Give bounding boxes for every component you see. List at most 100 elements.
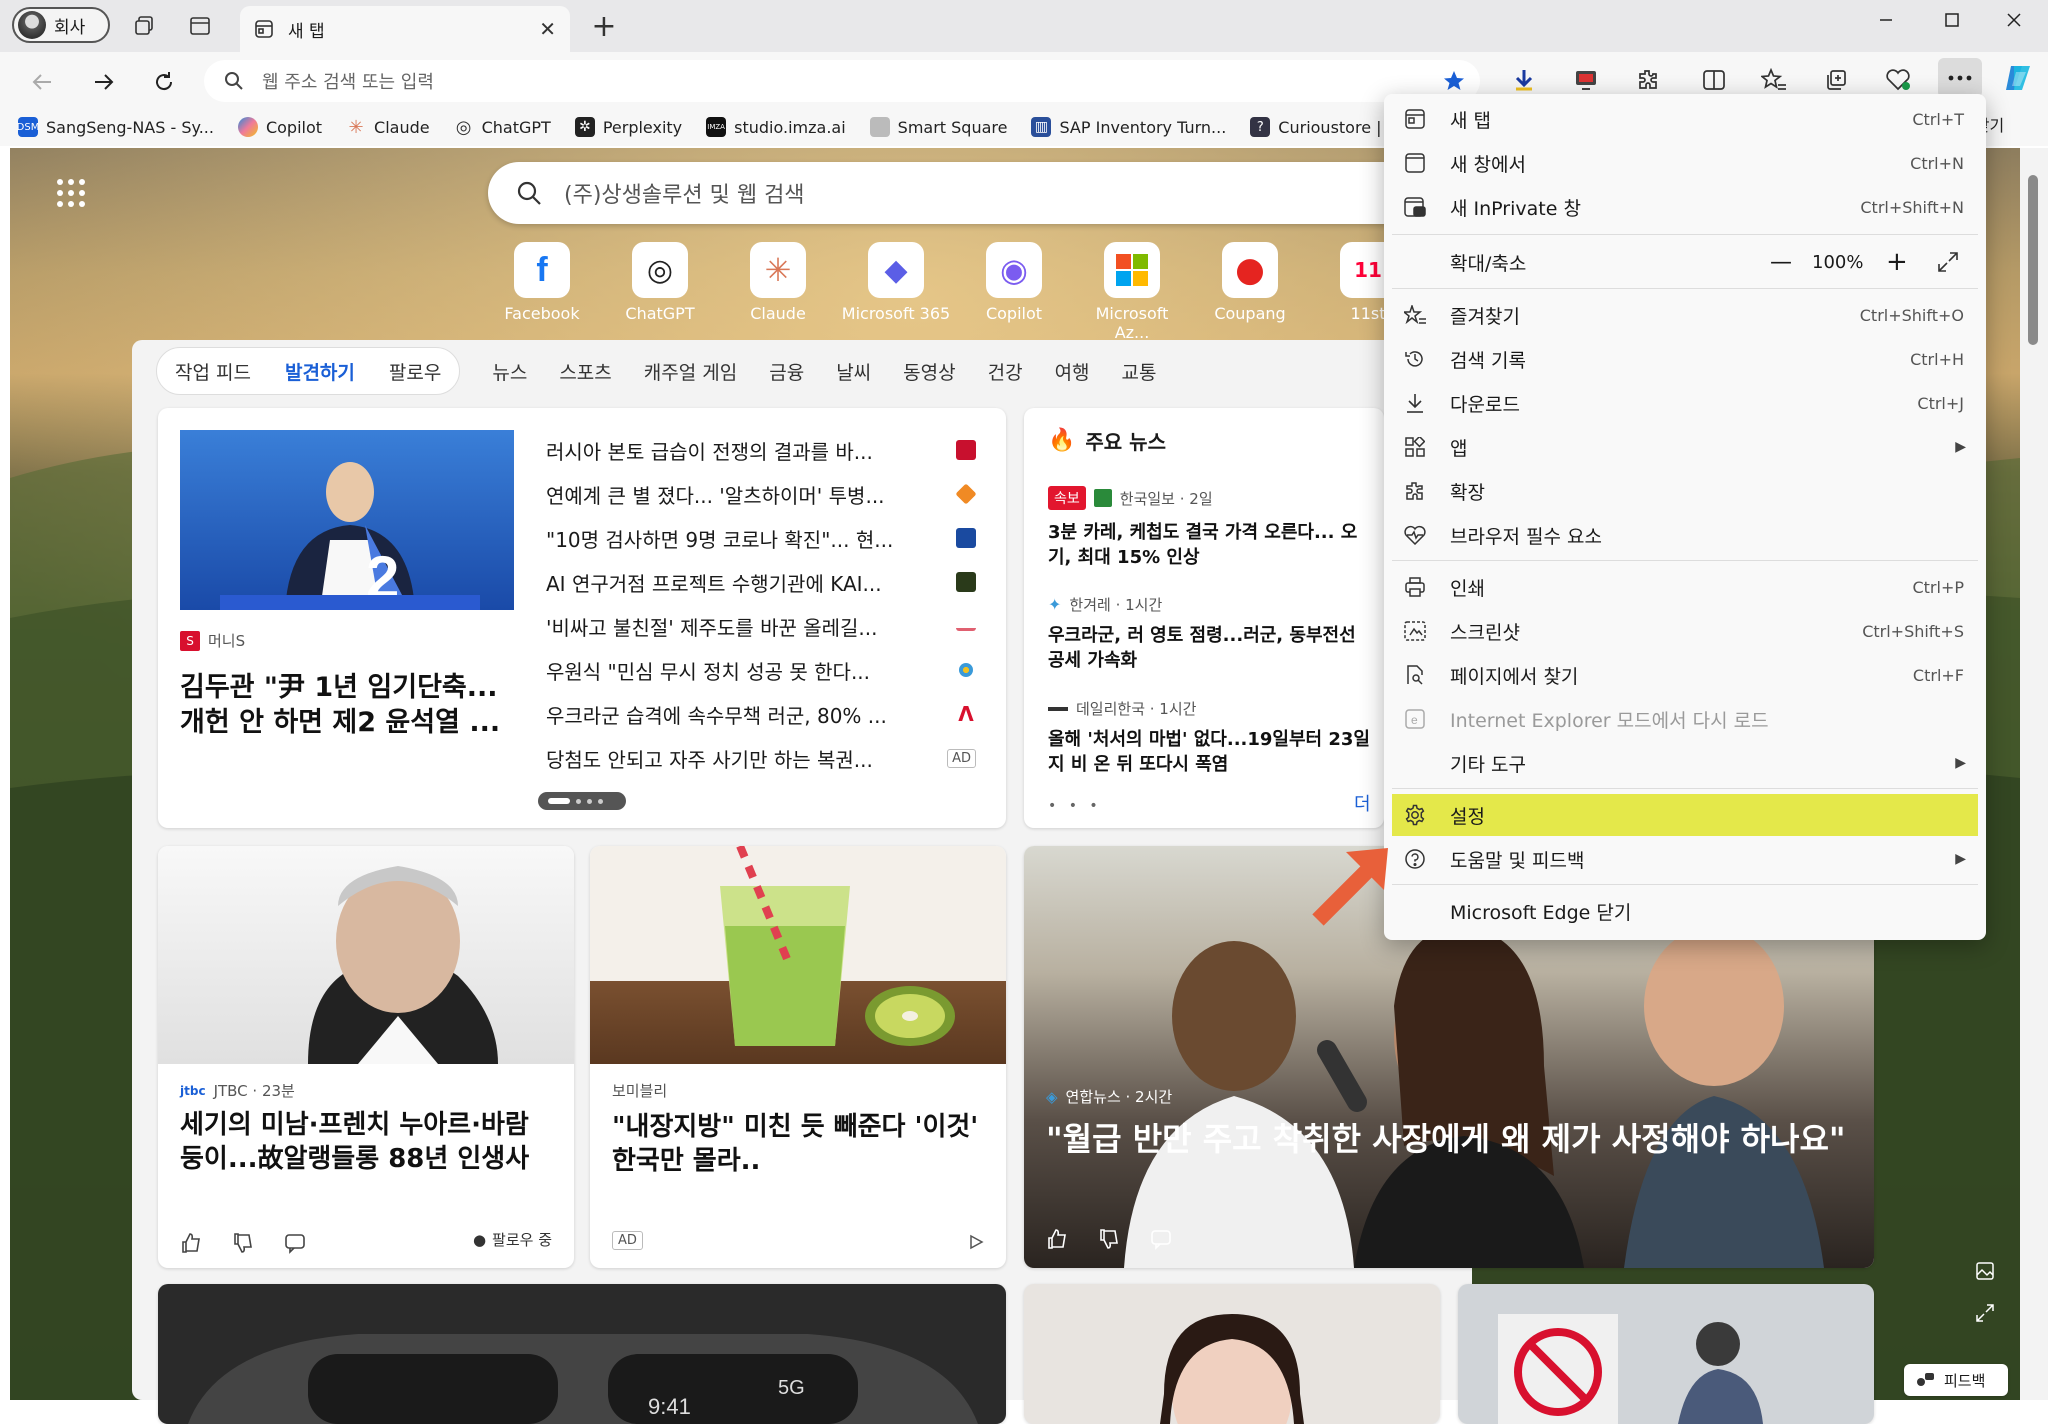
following-status[interactable]: ● 팔로우 중 <box>473 1229 552 1250</box>
browser-essentials-icon[interactable] <box>1878 62 1918 98</box>
expand-icon[interactable] <box>1970 1298 2000 1328</box>
collections-icon[interactable] <box>1816 62 1856 98</box>
shortcut-microsoft-365[interactable]: ◆ Microsoft 365 <box>841 242 951 323</box>
new-tab-button[interactable]: + <box>584 8 624 44</box>
close-window-button[interactable] <box>1984 4 2044 36</box>
tab-my-feed[interactable]: 작업 피드 <box>175 358 251 385</box>
headline-item[interactable]: AI 연구거점 프로젝트 수행기관에 KAI... <box>546 560 976 604</box>
minimize-button[interactable] <box>1856 4 1916 36</box>
maximize-button[interactable] <box>1922 4 1982 36</box>
menu-item-more-tools[interactable]: 기타 도구 ▶ <box>1392 742 1978 784</box>
headline-item[interactable]: 우크라군 습격에 속수무책 러군, 80% ... Λ <box>546 692 976 736</box>
favorite-item[interactable]: IMZA studio.imza.ai <box>706 117 846 137</box>
close-tab-icon[interactable]: ✕ <box>539 17 556 41</box>
address-bar[interactable]: 웹 주소 검색 또는 입력 <box>204 60 1480 102</box>
headline-item[interactable]: '비싸고 불친절' 제주도를 바꾼 올레길... <box>546 604 976 648</box>
zoom-in-button[interactable]: + <box>1886 247 1908 277</box>
thumbs-up-icon[interactable] <box>1046 1228 1068 1250</box>
headline-item[interactable]: 당첨도 안되고 자주 사기만 하는 복권... AD <box>546 736 976 780</box>
ad-card[interactable]: 보미블리 "내장지방" 미친 듯 빼준다 '이것' 한국만 몰라.. AD <box>590 846 1006 1268</box>
headline-item[interactable]: "10명 검사하면 9명 코로나 확진"... 현... <box>546 516 976 560</box>
scrollbar-thumb[interactable] <box>2028 175 2038 345</box>
shortcut-chatgpt[interactable]: ◎ ChatGPT <box>605 242 715 323</box>
thumbs-down-icon[interactable] <box>1098 1228 1120 1250</box>
favorite-item[interactable]: Copilot <box>237 117 322 137</box>
menu-item-inprivate[interactable]: 새 InPrivate 창 Ctrl+Shift+N <box>1392 186 1978 228</box>
menu-item-close-edge[interactable]: Microsoft Edge 닫기 <box>1392 890 1978 932</box>
tab-news[interactable]: 뉴스 <box>492 358 527 385</box>
shortcut-coupang[interactable]: ● Coupang <box>1195 242 1305 323</box>
tab-traffic[interactable]: 교통 <box>1122 358 1157 385</box>
web-search-box[interactable]: (주)상생솔루션 및 웹 검색 <box>488 162 1488 224</box>
background-image-icon[interactable] <box>1970 1256 2000 1286</box>
workspaces-icon[interactable] <box>124 10 164 42</box>
refresh-button[interactable] <box>144 62 184 102</box>
favorite-item[interactable]: DSM SangSeng-NAS - Sy... <box>17 117 214 137</box>
comment-icon[interactable] <box>284 1232 306 1254</box>
ad-choices-icon[interactable] <box>968 1234 984 1250</box>
settings-and-more-button[interactable] <box>1938 58 1982 98</box>
headline-item[interactable]: 러시아 본토 급습이 전쟁의 결과를 바... <box>546 428 976 472</box>
favorite-item[interactable]: ✳ Claude <box>346 117 429 138</box>
tab-travel[interactable]: 여행 <box>1055 358 1090 385</box>
tab-discover[interactable]: 발견하기 <box>285 358 355 385</box>
tab-finance[interactable]: 금융 <box>769 358 804 385</box>
headline-item[interactable]: 연예계 큰 별 졌다... '알츠하이머' 투병... <box>546 472 977 516</box>
menu-item-help-feedback[interactable]: 도움말 및 피드백 ▶ <box>1392 838 1978 880</box>
favorite-item[interactable]: ▥ SAP Inventory Turn... <box>1031 117 1226 137</box>
menu-item-apps[interactable]: 앱 ▶ <box>1392 426 1978 468</box>
menu-item-history[interactable]: 검색 기록 Ctrl+H <box>1392 338 1978 380</box>
menu-item-favorites[interactable]: 즐겨찾기 Ctrl+Shift+O <box>1392 294 1978 336</box>
favorite-item[interactable]: ◎ ChatGPT <box>454 117 551 138</box>
news-card[interactable]: 9:41 5G <box>158 1284 1006 1424</box>
shortcut-claude[interactable]: ✳ Claude <box>723 242 833 323</box>
menu-item-settings[interactable]: 설정 <box>1392 794 1978 836</box>
apps-launcher-icon[interactable] <box>56 178 86 208</box>
menu-item-extensions[interactable]: 확장 <box>1392 470 1978 512</box>
tab-weather[interactable]: 날씨 <box>836 358 871 385</box>
extensions-icon[interactable] <box>1628 62 1668 98</box>
shortcut-microsoft-azure[interactable]: Microsoft Az... <box>1077 242 1187 342</box>
favorite-item[interactable]: ✲ Perplexity <box>574 117 682 137</box>
shortcut-facebook[interactable]: f Facebook <box>487 242 597 323</box>
tab-actions-icon[interactable] <box>180 10 220 42</box>
menu-item-browser-essentials[interactable]: 브라우저 필수 요소 <box>1392 514 1978 556</box>
feedback-button[interactable]: 피드백 <box>1904 1364 2008 1396</box>
news-image[interactable]: 2 <box>180 430 514 610</box>
tab-new-tab[interactable]: 새 탭 ✕ <box>240 6 570 52</box>
news-card[interactable] <box>1458 1284 1874 1424</box>
copilot-sidebar-icon[interactable] <box>1998 58 2038 98</box>
headline-item[interactable]: 우원식 "민심 무시 정치 성공 못 한다... <box>546 648 976 692</box>
top-news-item[interactable]: ✦ 한겨레 · 1시간 우크라군, 러 영토 점령...러군, 동부전선 공세 가속… <box>1048 594 1384 673</box>
favorite-item[interactable]: Smart Square <box>869 117 1007 137</box>
profile-button[interactable]: 회사 <box>12 7 110 43</box>
screen-extension-icon[interactable] <box>1566 62 1606 98</box>
news-card[interactable] <box>1024 1284 1440 1424</box>
favorites-list-icon[interactable] <box>1754 62 1794 98</box>
comment-icon[interactable] <box>1150 1228 1172 1250</box>
menu-item-find-on-page[interactable]: 페이지에서 찾기 Ctrl+F <box>1392 654 1978 696</box>
menu-item-downloads[interactable]: 다운로드 Ctrl+J <box>1392 382 1978 424</box>
full-screen-icon[interactable] <box>1938 252 1958 272</box>
tab-health[interactable]: 건강 <box>988 358 1023 385</box>
forward-button[interactable] <box>84 62 124 102</box>
menu-item-print[interactable]: 인쇄 Ctrl+P <box>1392 566 1978 608</box>
top-news-item[interactable]: 속보 한국일보 · 2일 3분 카레, 케첩도 결국 가격 오른다... 오 기, … <box>1048 486 1384 570</box>
thumbs-down-icon[interactable] <box>232 1232 254 1254</box>
shortcut-copilot[interactable]: ◉ Copilot <box>959 242 1069 323</box>
zoom-out-button[interactable]: — <box>1770 250 1792 275</box>
tab-following[interactable]: 팔로우 <box>389 358 441 385</box>
tab-video[interactable]: 동영상 <box>903 358 955 385</box>
tab-sports[interactable]: 스포츠 <box>559 358 611 385</box>
menu-item-new-window[interactable]: 새 창에서 Ctrl+N <box>1392 142 1978 184</box>
tab-casual-games[interactable]: 캐주얼 게임 <box>644 358 737 385</box>
thumbs-up-icon[interactable] <box>180 1232 202 1254</box>
menu-item-new-tab[interactable]: 새 탭 Ctrl+T <box>1392 98 1978 140</box>
news-card[interactable]: jtbc JTBC · 23분 세기의 미남·프렌치 누아르·바람둥이...故알랭… <box>158 846 574 1268</box>
menu-item-screenshot[interactable]: 스크린샷 Ctrl+Shift+S <box>1392 610 1978 652</box>
download-arrow-extension-icon[interactable] <box>1504 62 1544 98</box>
more-link[interactable]: 더 <box>1354 790 1371 816</box>
carousel-dots[interactable] <box>538 792 626 810</box>
top-news-item[interactable]: 데일리한국 · 1시간 올해 '처서의 마법' 없다...19일부터 23일 지 … <box>1048 698 1384 777</box>
split-screen-icon[interactable] <box>1694 62 1734 98</box>
